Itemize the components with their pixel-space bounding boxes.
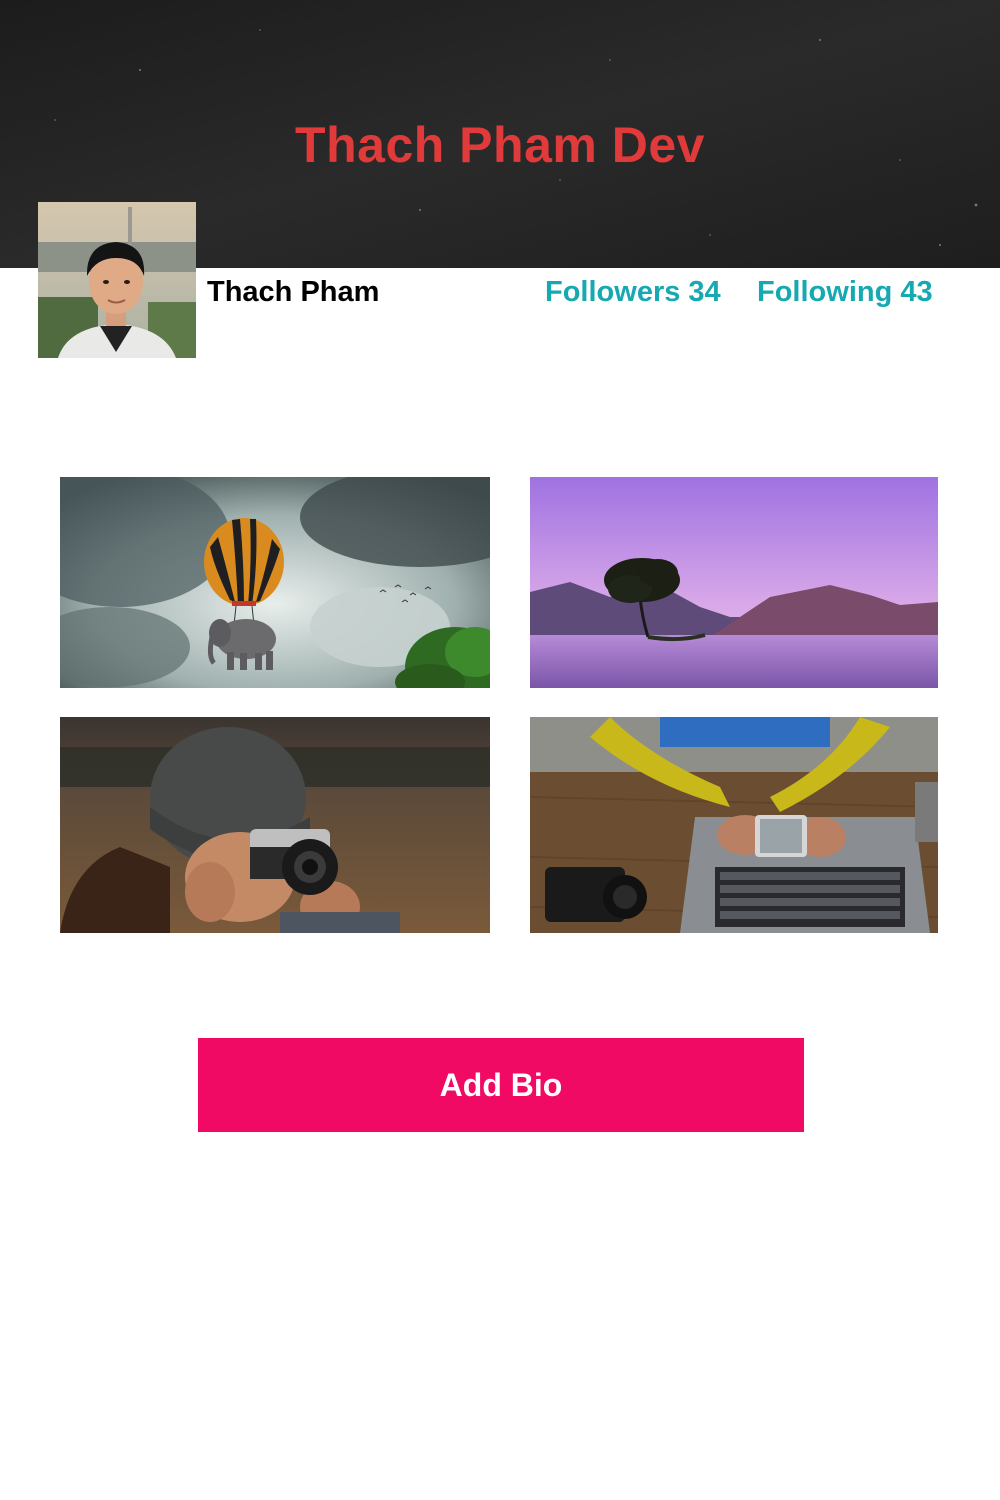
purple-lake-tree-image	[530, 477, 938, 688]
photographer-camera-image	[60, 717, 490, 933]
following-count[interactable]: Following 43	[757, 276, 933, 309]
profile-page: Thach Pham Dev Thach Pham Followers 34 F…	[0, 0, 1000, 1500]
page-title: Thach Pham Dev	[295, 117, 705, 173]
add-bio-button[interactable]: Add Bio	[198, 1038, 804, 1132]
hot-air-balloon-elephant-image	[60, 477, 490, 688]
gallery-photo-balloon[interactable]	[60, 477, 490, 688]
laptop-phone-desk-image	[530, 717, 938, 933]
gallery-photo-lake[interactable]	[530, 477, 938, 688]
gallery-photo-photographer[interactable]	[60, 717, 490, 933]
avatar[interactable]	[38, 202, 196, 358]
gallery-photo-laptop[interactable]	[530, 717, 938, 933]
followers-count[interactable]: Followers 34	[545, 276, 721, 309]
avatar-photo	[38, 202, 196, 358]
username: Thach Pham	[207, 276, 380, 308]
